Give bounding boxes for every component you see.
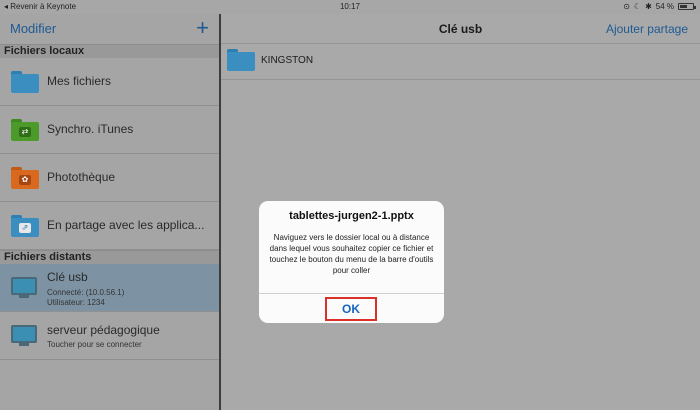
folder-icon bbox=[11, 71, 39, 93]
add-button[interactable]: + bbox=[196, 15, 209, 41]
sidebar-nav-bar: Modifier + bbox=[0, 14, 219, 44]
battery-percent: 54 % bbox=[655, 2, 674, 11]
section-header-remote: Fichiers distants bbox=[0, 250, 219, 264]
dialog-message: Naviguez vers le dossier local ou à dist… bbox=[269, 233, 434, 275]
sidebar-item-phototheque[interactable]: ✿ Photothèque bbox=[0, 154, 219, 202]
sidebar-item-label: En partage avec les applica... bbox=[47, 218, 205, 232]
monitor-icon bbox=[11, 325, 37, 343]
ok-button[interactable]: OK bbox=[325, 297, 377, 321]
dialog-divider bbox=[259, 293, 444, 294]
sidebar-item-serveur-pedagogique[interactable]: serveur pédagogique Toucher pour se conn… bbox=[0, 312, 219, 360]
folder-icon bbox=[227, 49, 255, 71]
sidebar-item-label: Mes fichiers bbox=[47, 74, 112, 88]
sync-folder-icon: ⇄ bbox=[11, 119, 39, 141]
sidebar-item-mes-fichiers[interactable]: Mes fichiers bbox=[0, 58, 219, 106]
connection-status: Connecté: (10.0.56.1) bbox=[47, 288, 125, 297]
add-share-button[interactable]: Ajouter partage bbox=[606, 22, 688, 36]
battery-icon bbox=[678, 3, 696, 10]
sidebar-item-synchro-itunes[interactable]: ⇄ Synchro. iTunes bbox=[0, 106, 219, 154]
status-indicators: ⊙ ☾ ✱ 54 % bbox=[623, 2, 696, 11]
list-item-label: KINGSTON bbox=[261, 55, 314, 66]
sidebar-item-label: Photothèque bbox=[47, 170, 116, 184]
connection-user: Utilisateur: 1234 bbox=[47, 298, 105, 307]
connection-hint: Toucher pour se connecter bbox=[47, 340, 142, 349]
shared-folder-icon: ⇗ bbox=[11, 215, 39, 237]
photo-folder-icon: ✿ bbox=[11, 167, 39, 189]
main-nav-bar: Clé usb Ajouter partage bbox=[221, 14, 700, 44]
monitor-stand bbox=[19, 343, 29, 346]
dialog-title: tablettes-jurgen2-1.pptx bbox=[289, 210, 414, 222]
edit-button[interactable]: Modifier bbox=[10, 21, 56, 36]
moon-icon: ☾ bbox=[633, 2, 642, 11]
sidebar-item-en-partage[interactable]: ⇗ En partage avec les applica... bbox=[0, 202, 219, 250]
monitor-stand bbox=[19, 295, 29, 298]
sidebar-item-label: serveur pédagogique bbox=[47, 323, 160, 337]
status-time: 10:17 bbox=[339, 2, 361, 11]
sidebar-item-label: Synchro. iTunes bbox=[47, 122, 134, 136]
list-item-kingston[interactable]: KINGSTON bbox=[221, 44, 700, 80]
sidebar-item-cle-usb[interactable]: Clé usb Connecté: (10.0.56.1) Utilisateu… bbox=[0, 264, 219, 312]
sidebar: Modifier + Fichiers locaux Mes fichiers … bbox=[0, 14, 219, 410]
alert-dialog: tablettes-jurgen2-1.pptx Naviguez vers l… bbox=[259, 201, 444, 323]
section-header-local: Fichiers locaux bbox=[0, 44, 219, 58]
monitor-icon bbox=[11, 277, 37, 295]
bluetooth-icon: ✱ bbox=[645, 2, 652, 11]
status-bar: ◂ Revenir à Keynote 10:17 ⊙ ☾ ✱ 54 % bbox=[0, 0, 700, 14]
sidebar-item-label: Clé usb bbox=[47, 270, 88, 284]
lock-rotation-icon: ⊙ bbox=[623, 2, 630, 11]
